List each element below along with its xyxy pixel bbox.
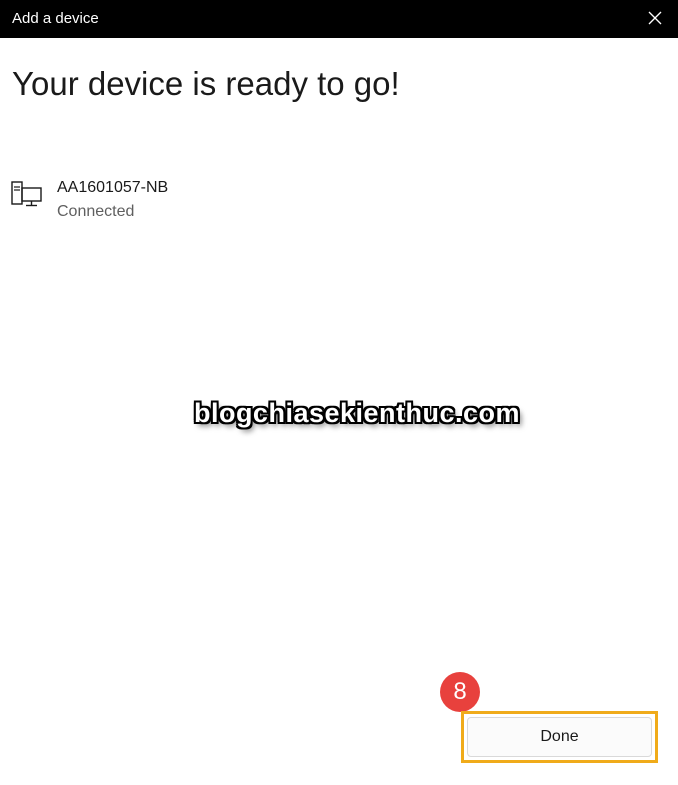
close-icon — [648, 11, 662, 25]
network-device-icon — [11, 181, 42, 207]
title-bar: Add a device — [0, 0, 678, 38]
device-status: Connected — [57, 203, 135, 220]
device-name: AA1601057-NB — [57, 179, 169, 196]
page-title: Your device is ready to go! — [12, 65, 400, 102]
add-device-dialog: Add a device Your device is ready to go!… — [0, 0, 678, 785]
close-button[interactable] — [638, 2, 672, 34]
done-button[interactable]: Done — [467, 717, 652, 757]
step-number-badge: 8 — [440, 672, 480, 712]
device-list-item: AA1601057-NB Connected — [10, 176, 410, 226]
watermark-text: blogchiasekienthuc.com — [193, 398, 521, 428]
window-title: Add a device — [12, 10, 99, 27]
